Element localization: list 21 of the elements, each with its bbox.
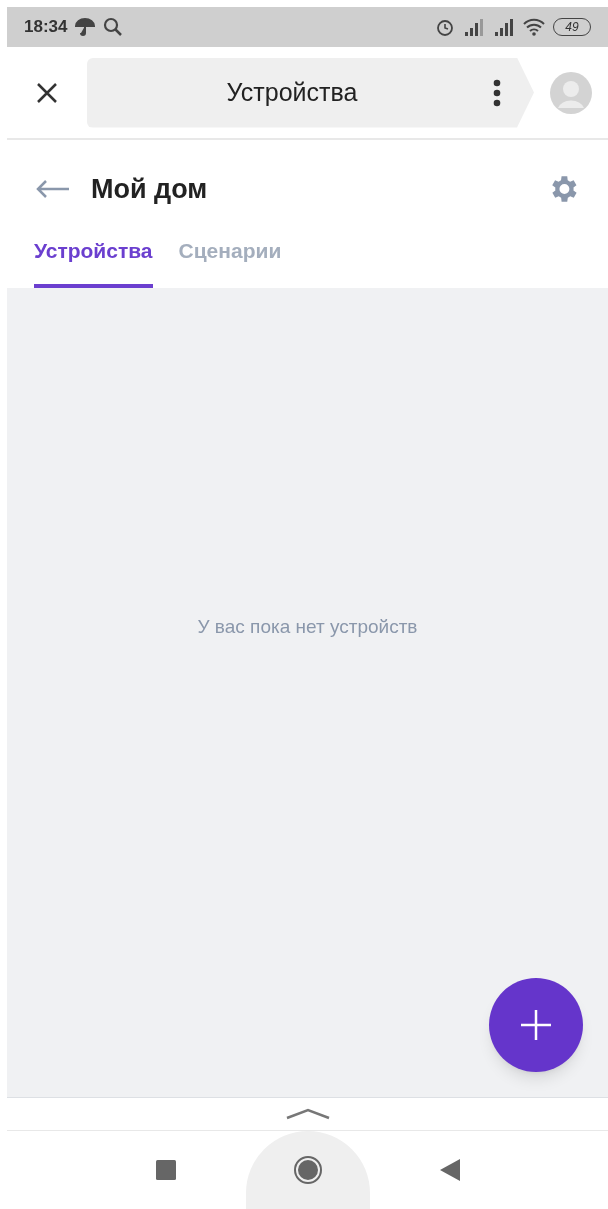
signal-icon — [493, 18, 515, 36]
back-arrow-icon — [35, 179, 71, 199]
triangle-back-icon — [439, 1159, 460, 1181]
signal-icon — [463, 18, 485, 36]
home-title: Мой дом — [91, 172, 209, 206]
close-icon — [36, 81, 58, 104]
page-title: Устройства — [225, 76, 359, 108]
empty-message: У вас пока нет устройств — [197, 615, 418, 640]
alarm-icon — [435, 17, 455, 37]
square-icon — [155, 1160, 176, 1180]
chevron-up-icon[interactable] — [284, 1108, 331, 1120]
back-button[interactable] — [35, 179, 71, 199]
back-nav-button[interactable] — [439, 1159, 460, 1181]
umbrella-icon — [75, 17, 96, 37]
more-icon — [493, 78, 501, 107]
home-circle-icon — [292, 1155, 323, 1185]
status-time: 18:34 — [24, 16, 68, 39]
wifi-icon — [523, 18, 545, 36]
plus-icon — [521, 1010, 551, 1040]
recents-button[interactable] — [155, 1160, 176, 1180]
search-icon — [103, 17, 124, 37]
